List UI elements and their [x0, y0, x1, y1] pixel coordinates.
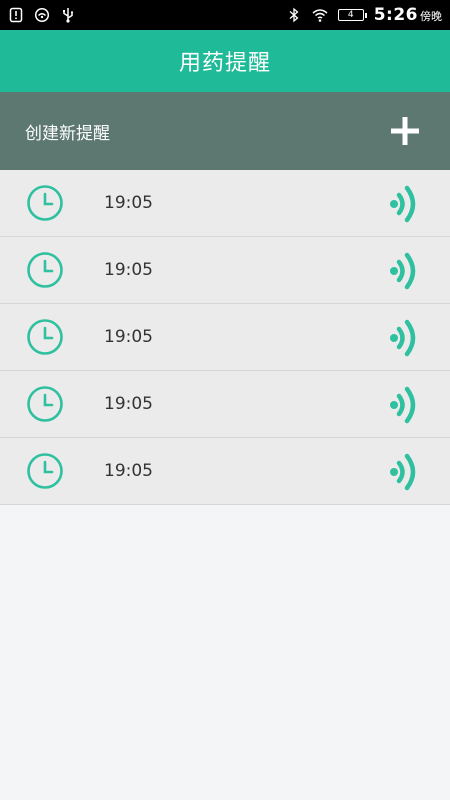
clock-icon — [26, 452, 64, 490]
reminder-row[interactable]: 19:05 — [0, 237, 450, 304]
sound-icon[interactable] — [386, 318, 420, 358]
clock-display: 5:26 傍晚 — [374, 5, 442, 25]
sound-icon[interactable] — [386, 385, 420, 425]
app-header: 用药提醒 — [0, 30, 450, 92]
sound-icon[interactable] — [386, 184, 420, 224]
reminder-row[interactable]: 19:05 — [0, 371, 450, 438]
reminder-time: 19:05 — [104, 260, 153, 280]
reminder-row[interactable]: 19:05 — [0, 170, 450, 237]
status-ampm: 傍晚 — [420, 10, 442, 23]
wifi-icon — [312, 7, 328, 23]
plus-icon[interactable] — [390, 116, 420, 146]
create-reminder-bar[interactable]: 创建新提醒 — [0, 92, 450, 170]
reminder-time: 19:05 — [104, 327, 153, 347]
status-bar-left — [8, 7, 76, 23]
message-icon — [34, 7, 50, 23]
sound-icon[interactable] — [386, 251, 420, 291]
clock-icon — [26, 251, 64, 289]
reminder-time: 19:05 — [104, 461, 153, 481]
notification-icon — [8, 7, 24, 23]
status-time: 5:26 — [373, 5, 418, 25]
clock-icon — [26, 385, 64, 423]
reminder-row[interactable]: 19:05 — [0, 438, 450, 505]
reminder-time: 19:05 — [104, 193, 153, 213]
reminder-list: 19:05 19:05 19:05 19:05 19:05 — [0, 170, 450, 505]
reminder-row[interactable]: 19:05 — [0, 304, 450, 371]
create-reminder-label: 创建新提醒 — [25, 123, 110, 144]
reminder-time: 19:05 — [104, 394, 153, 414]
usb-icon — [60, 7, 76, 23]
page-title: 用药提醒 — [178, 51, 271, 76]
clock-icon — [26, 184, 64, 222]
clock-icon — [26, 318, 64, 356]
battery-icon: 4 — [337, 9, 367, 21]
status-bar-right: 4 5:26 傍晚 — [286, 5, 442, 25]
bluetooth-icon — [286, 7, 302, 23]
status-bar: 4 5:26 傍晚 — [0, 0, 450, 30]
sound-icon[interactable] — [386, 452, 420, 492]
